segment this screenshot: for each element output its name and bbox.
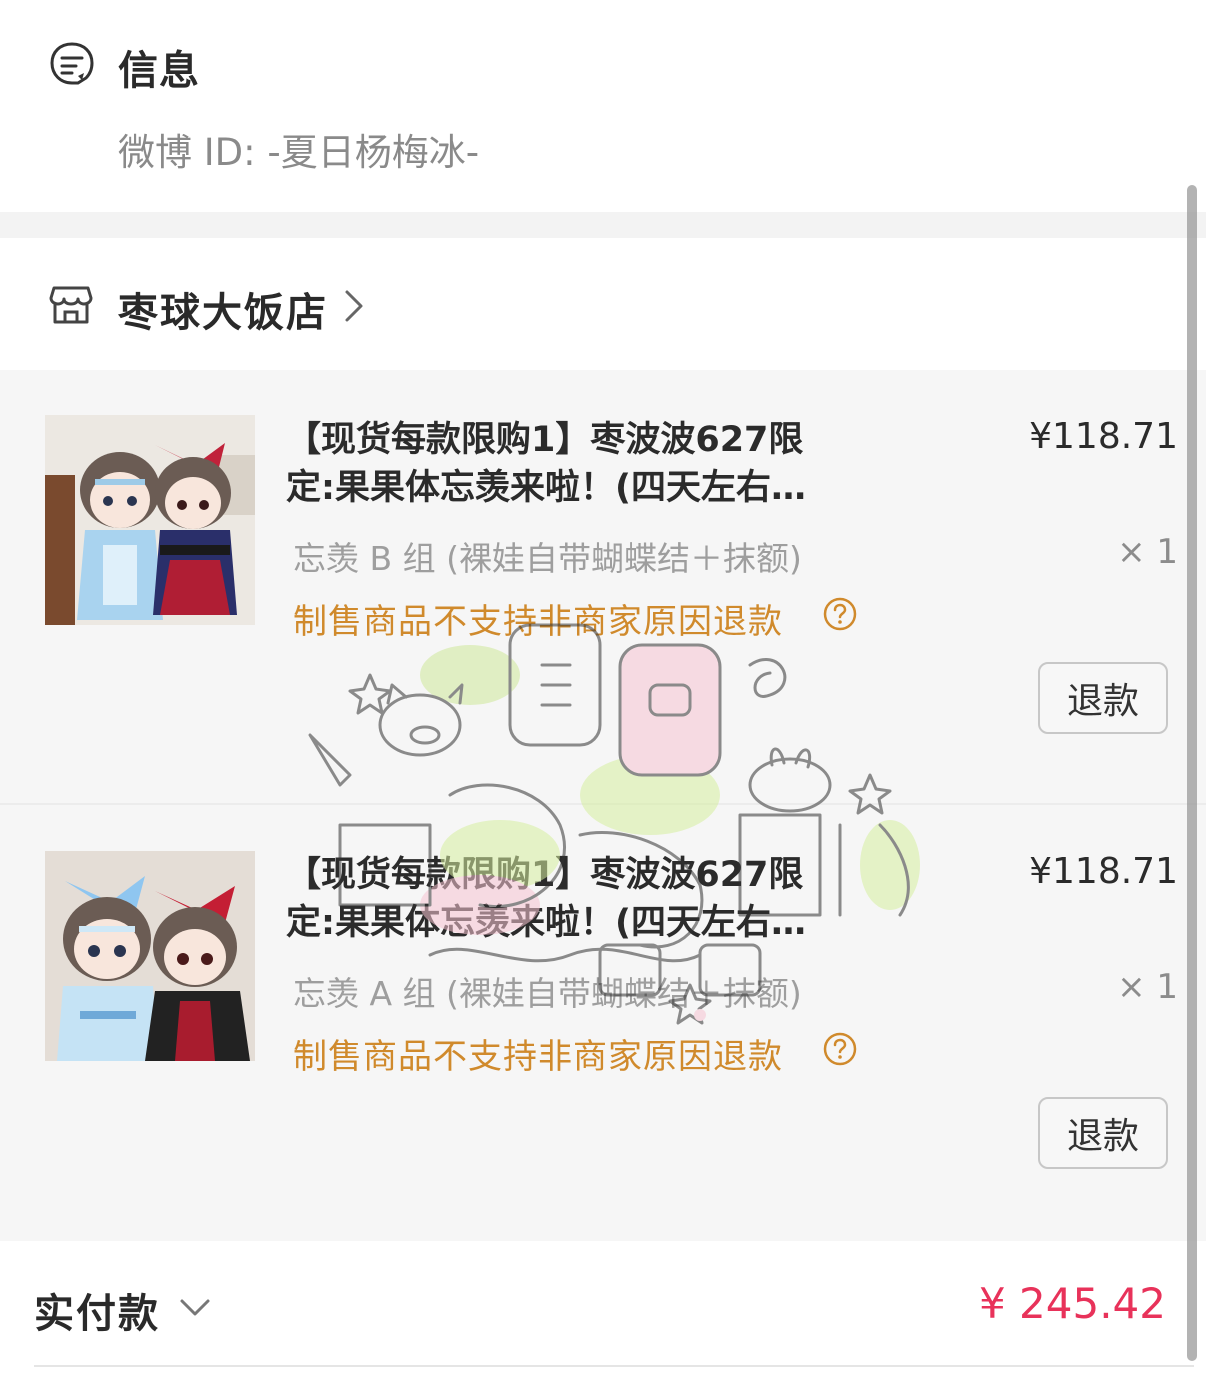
order-item[interactable]: 【现货每款限购1】枣波波627限 定:果果体忘羡来啦！(四天左右… ¥118.7…	[0, 370, 1206, 804]
total-label[interactable]: 实付款	[34, 1281, 160, 1339]
product-thumbnail[interactable]	[45, 415, 255, 625]
item-quantity: × 1	[1117, 967, 1178, 1007]
chevron-right-icon[interactable]	[343, 288, 365, 324]
item-title[interactable]: 【现货每款限购1】枣波波627限 定:果果体忘羡来啦！(四天左右…	[286, 851, 886, 947]
weibo-id-text: 微博 ID: -夏日杨梅冰-	[118, 131, 480, 174]
product-thumbnail[interactable]	[45, 851, 255, 1061]
item-title-line: 【现货每款限购1】枣波波627限	[286, 420, 804, 460]
shop-header[interactable]: 枣球大饭店	[0, 238, 1206, 370]
help-icon[interactable]	[822, 596, 858, 632]
shop-icon	[49, 286, 93, 324]
message-icon	[50, 42, 94, 85]
item-title-line: 【现货每款限购1】枣波波627限	[286, 855, 804, 895]
item-quantity: × 1	[1117, 532, 1178, 572]
item-title-line: 定:果果体忘羡来啦！(四天左右…	[286, 903, 806, 943]
help-icon[interactable]	[822, 1031, 858, 1067]
item-spec: 忘羡 A 组 (裸娃自带蝴蝶结＋抹额)	[293, 974, 802, 1013]
section-divider	[0, 212, 1206, 238]
divider	[34, 1365, 1194, 1367]
shop-name[interactable]: 枣球大饭店	[118, 280, 328, 338]
refund-button[interactable]: 退款	[1038, 662, 1168, 734]
chevron-down-icon[interactable]	[178, 1297, 212, 1319]
scrollbar[interactable]	[1187, 185, 1197, 1361]
item-title-line: 定:果果体忘羡来啦！(四天左右…	[286, 468, 806, 508]
refund-button[interactable]: 退款	[1038, 1097, 1168, 1169]
order-item[interactable]: 【现货每款限购1】枣波波627限 定:果果体忘羡来啦！(四天左右… ¥118.7…	[0, 805, 1206, 1241]
item-title[interactable]: 【现货每款限购1】枣波波627限 定:果果体忘羡来啦！(四天左右…	[286, 416, 886, 512]
item-price: ¥118.71	[1029, 416, 1178, 457]
item-spec: 忘羡 B 组 (裸娃自带蝴蝶结＋抹额)	[293, 539, 802, 578]
total-amount: ¥ 245.42	[978, 1279, 1166, 1328]
info-section: 信息 微博 ID: -夏日杨梅冰-	[0, 0, 1206, 212]
refund-policy-note: 制售商品不支持非商家原因退款	[293, 602, 783, 642]
total-section: 实付款 ¥ 245.42	[0, 1241, 1206, 1391]
refund-policy-note: 制售商品不支持非商家原因退款	[293, 1037, 783, 1077]
info-title: 信息	[118, 48, 200, 94]
item-price: ¥118.71	[1029, 851, 1178, 892]
